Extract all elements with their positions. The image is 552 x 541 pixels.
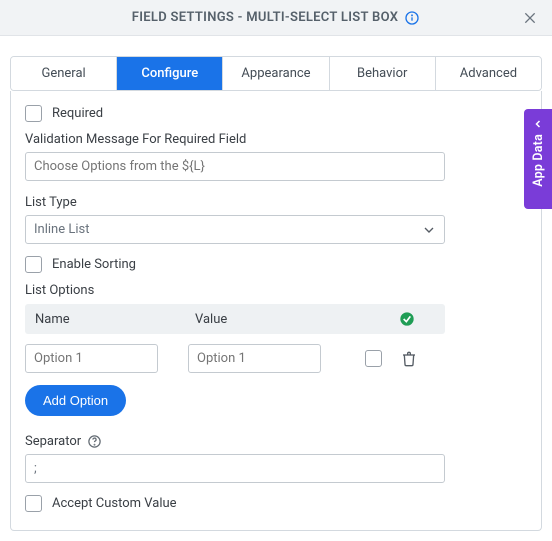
col-default-header bbox=[379, 311, 435, 327]
col-value-header: Value bbox=[195, 312, 379, 327]
side-tab-label: App Data bbox=[531, 134, 546, 187]
option-name-input[interactable] bbox=[25, 344, 158, 373]
required-label: Required bbox=[52, 106, 103, 121]
tab-advanced[interactable]: Advanced bbox=[436, 57, 541, 90]
list-type-label: List Type bbox=[25, 195, 527, 210]
col-name-header: Name bbox=[35, 312, 195, 327]
separator-label: Separator bbox=[25, 434, 81, 449]
option-default-checkbox[interactable] bbox=[365, 350, 382, 367]
app-data-side-tab[interactable]: App Data bbox=[524, 109, 552, 209]
check-circle-icon bbox=[399, 311, 415, 327]
option-value-input[interactable] bbox=[188, 344, 321, 373]
tab-configure[interactable]: Configure bbox=[117, 57, 223, 90]
enable-sorting-row: Enable Sorting bbox=[25, 256, 527, 273]
separator-input[interactable] bbox=[25, 454, 445, 483]
enable-sorting-checkbox[interactable] bbox=[25, 256, 42, 273]
delete-option-button[interactable] bbox=[401, 351, 417, 367]
list-options-label: List Options bbox=[25, 283, 527, 298]
tab-appearance[interactable]: Appearance bbox=[223, 57, 329, 90]
dialog-title-wrap: FIELD SETTINGS - MULTI-SELECT LIST BOX bbox=[132, 10, 420, 26]
required-row: Required bbox=[25, 105, 527, 122]
info-icon[interactable] bbox=[404, 10, 420, 26]
enable-sorting-label: Enable Sorting bbox=[52, 257, 136, 272]
chevron-left-icon bbox=[532, 117, 544, 132]
validation-label: Validation Message For Required Field bbox=[25, 132, 527, 147]
dialog-header: FIELD SETTINGS - MULTI-SELECT LIST BOX bbox=[0, 0, 552, 36]
accept-custom-row: Accept Custom Value bbox=[25, 495, 527, 512]
add-option-button[interactable]: Add Option bbox=[25, 385, 126, 416]
help-icon[interactable] bbox=[87, 434, 102, 449]
tab-general[interactable]: General bbox=[11, 57, 117, 90]
option-row bbox=[25, 344, 527, 373]
required-checkbox[interactable] bbox=[25, 105, 42, 122]
trash-icon bbox=[401, 351, 417, 367]
tab-bar: General Configure Appearance Behavior Ad… bbox=[10, 56, 542, 91]
tab-behavior[interactable]: Behavior bbox=[330, 57, 436, 90]
options-header: Name Value bbox=[25, 304, 445, 334]
configure-panel: Required Validation Message For Required… bbox=[10, 91, 542, 531]
separator-label-row: Separator bbox=[25, 434, 527, 449]
validation-message-input[interactable] bbox=[25, 152, 445, 181]
list-type-select[interactable] bbox=[25, 215, 445, 244]
close-button[interactable] bbox=[518, 6, 542, 30]
dialog-title: FIELD SETTINGS - MULTI-SELECT LIST BOX bbox=[132, 10, 398, 25]
accept-custom-checkbox[interactable] bbox=[25, 495, 42, 512]
accept-custom-label: Accept Custom Value bbox=[52, 496, 177, 511]
